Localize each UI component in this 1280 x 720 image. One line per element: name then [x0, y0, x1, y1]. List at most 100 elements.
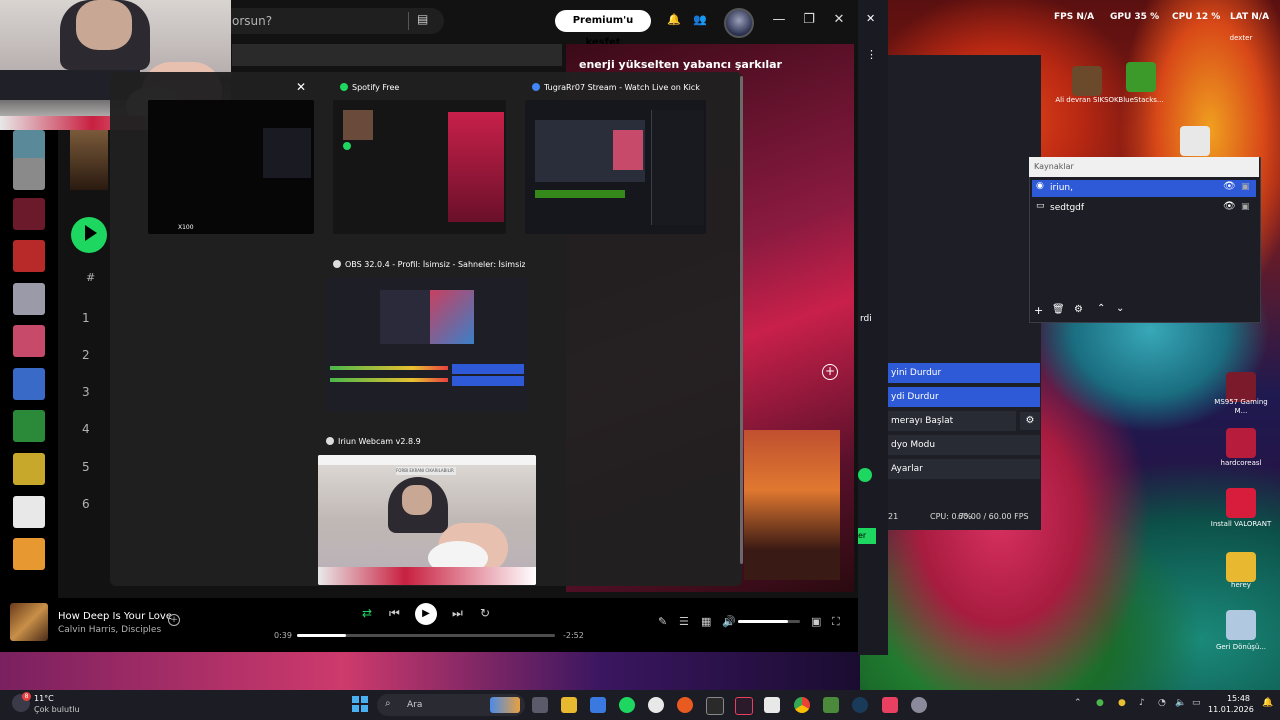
add-circle-icon[interactable]: + [822, 364, 838, 380]
folder-icon[interactable] [1226, 552, 1256, 582]
desktop-icon-hardcore[interactable] [1226, 428, 1256, 458]
battery-icon[interactable]: ▭ [1192, 698, 1201, 708]
mic-icon[interactable]: ♪ [1139, 698, 1145, 708]
now-playing-title[interactable]: How Deep Is Your Love [58, 611, 172, 622]
browse-icon[interactable]: ▤ [417, 12, 428, 26]
close-icon[interactable]: ✕ [866, 12, 875, 25]
chevron-up-icon[interactable]: ⌃ [1074, 698, 1082, 708]
spotify-taskbar-icon[interactable] [619, 697, 635, 713]
lock-icon[interactable]: ▣ [1241, 182, 1250, 192]
task-thumbnail-spotify[interactable] [333, 100, 506, 234]
trash-icon[interactable]: 🗑 [1052, 304, 1065, 315]
track-number: 1 [82, 311, 90, 325]
obs-taskbar-icon[interactable] [648, 697, 664, 713]
document-icon[interactable] [1180, 126, 1210, 156]
now-playing-artist[interactable]: Calvin Harris, Disciples [58, 625, 161, 635]
volume-slider[interactable] [738, 620, 800, 623]
task-view-icon[interactable] [532, 697, 548, 713]
store-icon[interactable] [590, 697, 606, 713]
wifi-icon[interactable]: ◔ [1158, 698, 1166, 708]
library-item[interactable] [13, 325, 45, 357]
library-item[interactable] [13, 198, 45, 230]
library-item[interactable] [13, 240, 45, 272]
steam-icon[interactable] [852, 697, 868, 713]
gear-icon[interactable]: ⚙ [1074, 304, 1083, 315]
task-thumbnail-iriun[interactable]: FORBI EKRANI CIKARILABILIR [318, 455, 536, 585]
clock-time[interactable]: 15:48 [1210, 694, 1250, 703]
task-title-chrome[interactable]: TugraRr07 Stream - Watch Live on Kick -.… [532, 83, 700, 92]
premium-button[interactable]: Premium'u keşfet [555, 10, 651, 48]
stop-recording-button[interactable]: ydi Durdur [888, 387, 1040, 407]
file-explorer-icon[interactable] [561, 697, 577, 713]
green-button[interactable]: er [858, 528, 876, 544]
minimize-icon[interactable]: — [772, 13, 786, 27]
task-title-iriun[interactable]: Iriun Webcam v2.8.9 [326, 437, 526, 446]
volume-icon[interactable]: 🔊 [722, 615, 736, 628]
previous-icon[interactable]: ⏮ [389, 606, 400, 621]
recycle-bin-icon[interactable] [1226, 610, 1256, 640]
lock-icon[interactable]: ▣ [1241, 202, 1250, 212]
task-thumbnail-1[interactable]: X100 [148, 100, 314, 234]
tray-icon[interactable]: ● [1096, 698, 1104, 708]
gear-icon[interactable]: ⚙ [1020, 412, 1040, 430]
valorant-icon[interactable] [1226, 488, 1256, 518]
add-icon[interactable]: + [1034, 304, 1043, 317]
miniplayer-icon[interactable]: ▣ [811, 615, 821, 628]
library-item[interactable] [13, 453, 45, 485]
eye-icon[interactable]: 👁 [1223, 181, 1236, 192]
studio-mode-button[interactable]: dyo Modu [888, 435, 1040, 455]
notification-icon[interactable]: 🔔 [1262, 698, 1273, 708]
fullscreen-icon[interactable]: ⛶ [832, 615, 840, 629]
chrome-taskbar-icon[interactable] [794, 697, 810, 713]
chevron-up-icon[interactable]: ⌃ [1097, 303, 1105, 314]
mic-icon[interactable]: ✎ [658, 615, 667, 628]
search-highlight-icon [490, 697, 520, 713]
valorant-taskbar-icon[interactable] [735, 697, 753, 715]
queue-icon[interactable]: ☰ [679, 615, 689, 628]
library-item[interactable] [13, 538, 45, 570]
more-icon[interactable]: ⋮ [866, 48, 877, 61]
windows-start-icon[interactable] [352, 696, 368, 712]
close-icon[interactable]: ✕ [832, 13, 846, 27]
progress-bar[interactable] [297, 634, 555, 637]
task-thumbnail-obs[interactable] [326, 278, 528, 412]
now-playing-cover[interactable] [10, 603, 48, 641]
library-item[interactable] [13, 158, 45, 190]
repeat-icon[interactable]: ↻ [480, 606, 490, 620]
search-input[interactable]: orsun? [222, 8, 444, 34]
stop-stream-button[interactable]: yini Durdur [888, 363, 1040, 383]
library-item[interactable] [13, 496, 45, 528]
minecraft-icon[interactable] [823, 697, 839, 713]
eye-icon[interactable]: 👁 [1223, 201, 1236, 212]
chevron-down-icon[interactable]: ⌄ [1116, 303, 1124, 314]
settings-button[interactable]: Ayarlar [888, 459, 1040, 479]
avatar[interactable] [724, 8, 754, 38]
notepad-icon[interactable] [764, 697, 780, 713]
speaker-icon[interactable]: 🔈 [1175, 698, 1186, 708]
epic-games-icon[interactable] [706, 697, 724, 715]
riot-icon[interactable] [882, 697, 898, 713]
desktop-icon-ali[interactable] [1072, 66, 1102, 96]
library-item[interactable] [13, 368, 45, 400]
app-taskbar-icon[interactable] [677, 697, 693, 713]
next-icon[interactable]: ⏭ [452, 606, 463, 621]
library-item[interactable] [13, 410, 45, 442]
add-to-library-icon[interactable]: + [168, 614, 180, 626]
clock-date[interactable]: 11.01.2026 [1208, 705, 1254, 714]
play-pause-button[interactable]: ▶ [415, 603, 437, 625]
friends-icon[interactable]: 👥 [693, 13, 707, 26]
desktop-icon-bluestacks[interactable] [1126, 62, 1156, 92]
settings-taskbar-icon[interactable] [911, 697, 927, 713]
bell-icon[interactable]: 🔔 [667, 13, 681, 26]
start-virtual-camera-button[interactable]: merayı Başlat [888, 411, 1016, 431]
close-icon[interactable]: ✕ [296, 80, 306, 94]
shuffle-icon[interactable]: ⇄ [362, 606, 372, 620]
task-title-obs[interactable]: OBS 32.0.4 - Profil: İsimsiz - Sahneler:… [333, 260, 525, 269]
library-item[interactable] [13, 283, 45, 315]
devices-icon[interactable]: ▦ [701, 615, 711, 628]
tray-icon[interactable]: ● [1118, 698, 1126, 708]
task-title-spotify[interactable]: Spotify Free [340, 83, 500, 92]
switcher-scrollbar[interactable] [740, 76, 743, 564]
task-thumbnail-chrome[interactable] [525, 100, 706, 234]
restore-icon[interactable]: ❐ [802, 13, 816, 27]
